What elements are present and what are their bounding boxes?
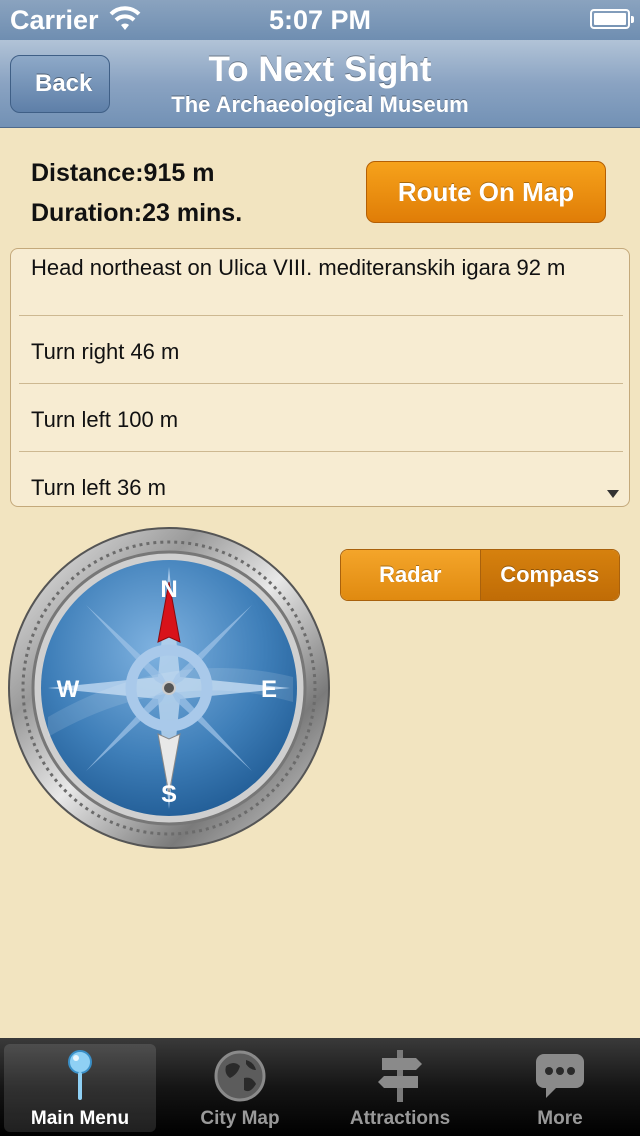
scroll-down-icon (607, 490, 619, 498)
tab-label: More (537, 1108, 583, 1129)
list-divider (19, 315, 623, 316)
chat-bubble-icon (536, 1054, 584, 1098)
list-item[interactable]: Turn left 100 m (31, 405, 621, 435)
tab-attractions[interactable]: Attractions (324, 1044, 476, 1132)
tab-label: Attractions (349, 1108, 451, 1129)
distance-row: Distance:915 m (31, 158, 242, 198)
signpost-icon (378, 1050, 422, 1102)
list-divider (19, 451, 623, 452)
battery-icon (590, 9, 634, 29)
duration-label: Duration: (31, 199, 143, 227)
compass-west-label: W (57, 676, 80, 703)
directions-list[interactable]: Head northeast on Ulica VIII. mediterans… (10, 248, 630, 507)
tab-main-menu[interactable]: Main Menu (4, 1044, 156, 1132)
globe-icon (214, 1050, 266, 1102)
tab-bar: Main Menu City Map Attractions More (0, 1038, 640, 1136)
duration-value: 23 mins. (142, 199, 243, 227)
page-subtitle: The Archaeological Museum (171, 92, 469, 117)
distance-value: 915 m (143, 159, 215, 187)
route-on-map-button[interactable]: Route On Map (366, 161, 606, 223)
list-divider (19, 383, 623, 384)
compass-dial: N E S W (8, 527, 330, 849)
distance-label: Distance: (31, 159, 144, 187)
status-bar: Carrier 5:07 PM (0, 0, 640, 40)
compass-east-label: E (261, 676, 277, 703)
status-time: 5:07 PM (268, 5, 372, 35)
compass-south-label: S (161, 781, 177, 808)
page-title: To Next Sight (208, 50, 432, 89)
tab-compass[interactable]: Compass (480, 550, 619, 600)
tab-radar[interactable]: Radar (341, 550, 481, 600)
navigation-bar: Back To Next Sight The Archaeological Mu… (0, 40, 640, 128)
tab-label: Main Menu (30, 1108, 130, 1129)
list-item[interactable]: Head northeast on Ulica VIII. mediterans… (31, 253, 621, 283)
duration-row: Duration:23 mins. (31, 198, 242, 238)
list-item[interactable]: Turn right 46 m (31, 337, 621, 367)
compass-north-label: N (160, 576, 177, 603)
view-mode-segmented-control[interactable]: Radar Compass (340, 549, 620, 601)
list-item[interactable]: Turn left 36 m (31, 473, 621, 503)
route-info: Distance:915 m Duration:23 mins. (31, 158, 242, 238)
tab-city-map[interactable]: City Map (164, 1044, 316, 1132)
tab-label: City Map (200, 1108, 280, 1129)
pin-icon (68, 1050, 92, 1100)
tab-more[interactable]: More (484, 1044, 636, 1132)
